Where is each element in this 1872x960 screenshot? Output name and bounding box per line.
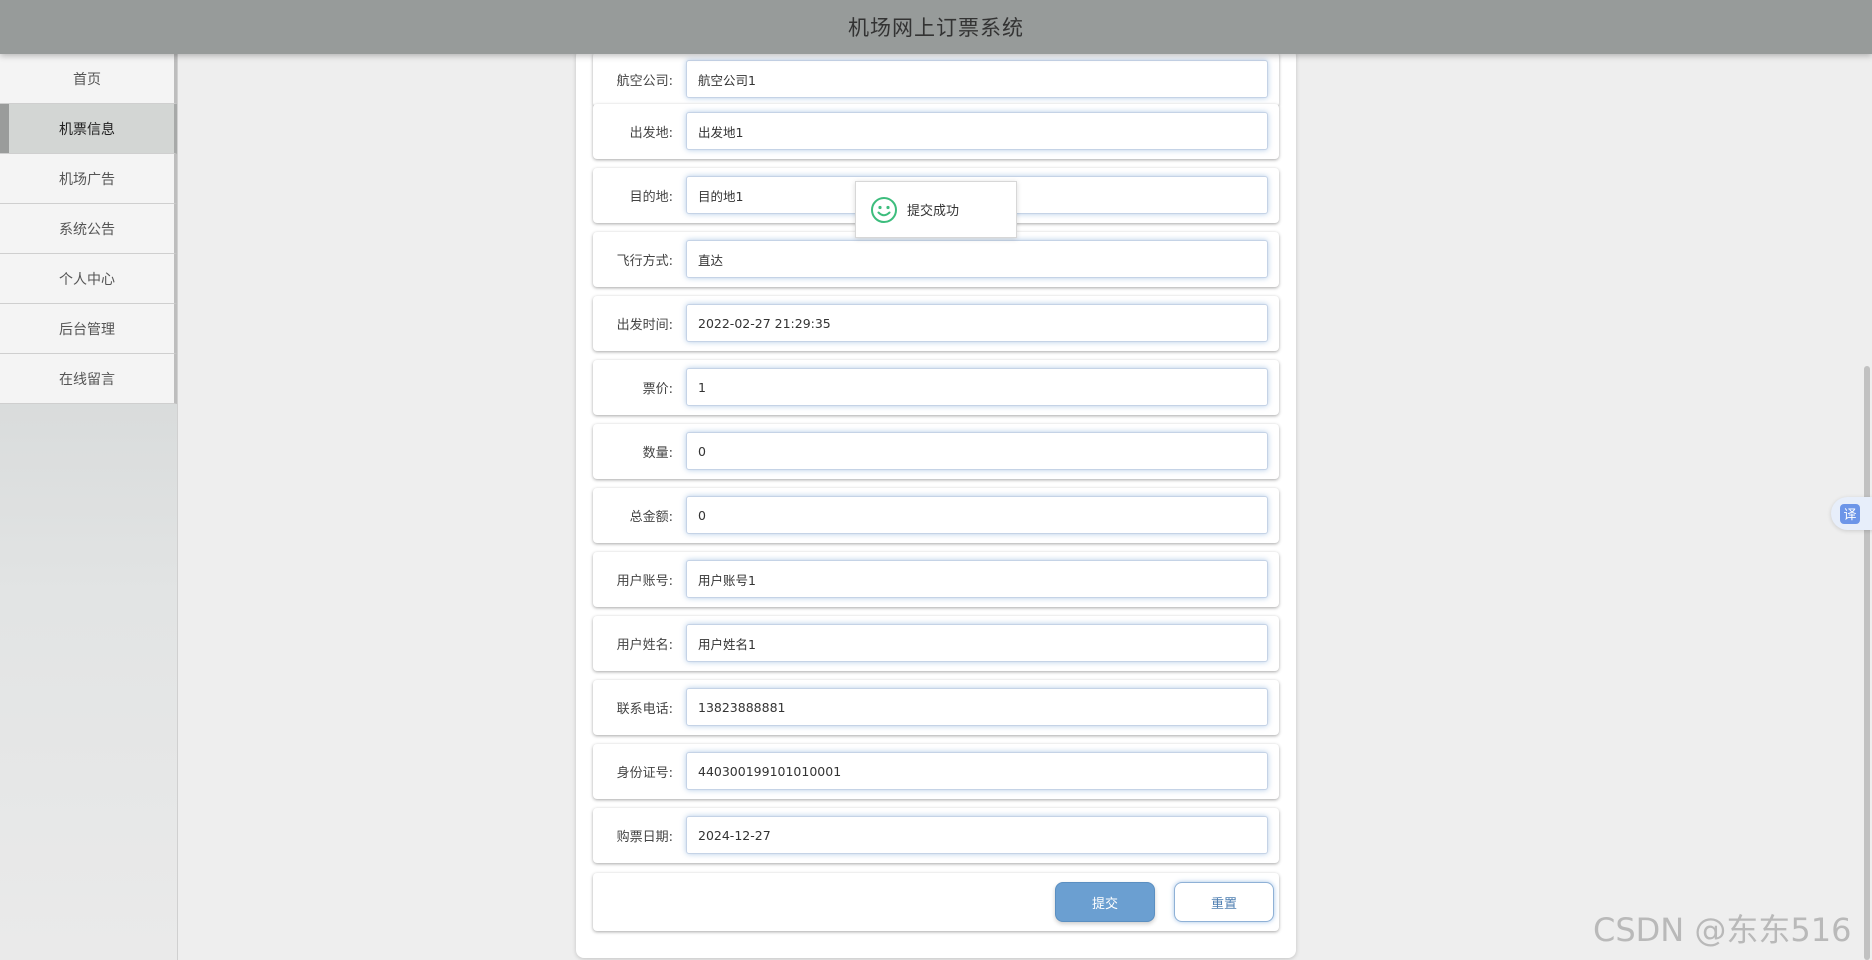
- app-title: 机场网上订票系统: [848, 16, 1024, 40]
- field-label: 飞行方式:: [616, 254, 673, 269]
- form-row: 票价:: [593, 360, 1279, 415]
- field-label: 联系电话:: [616, 702, 673, 717]
- flight-type-input[interactable]: [686, 240, 1268, 278]
- sidebar-item-personal-center[interactable]: 个人中心: [0, 254, 177, 304]
- user-account-input[interactable]: [686, 560, 1268, 598]
- watermark: CSDN @东东516: [1593, 911, 1852, 949]
- app-header: 机场网上订票系统: [0, 0, 1872, 54]
- field-label: 总金额:: [629, 510, 673, 525]
- submit-button[interactable]: 提交: [1055, 882, 1155, 922]
- phone-input[interactable]: [686, 688, 1268, 726]
- form-row: 出发地:: [593, 104, 1279, 159]
- field-label: 票价:: [642, 382, 673, 397]
- field-label: 购票日期:: [616, 830, 673, 845]
- smile-icon: [871, 196, 897, 223]
- sidebar: 首页 机票信息 机场广告 系统公告 个人中心 后台管理 在线留言: [0, 54, 178, 960]
- scrollbar[interactable]: [1864, 366, 1870, 960]
- form-row: 总金额:: [593, 488, 1279, 543]
- reset-button[interactable]: 重置: [1174, 882, 1274, 922]
- form-row: 出发时间:: [593, 296, 1279, 351]
- airline-input[interactable]: [686, 60, 1268, 98]
- field-label: 数量:: [642, 446, 673, 461]
- sidebar-item-ticket-info[interactable]: 机票信息: [0, 104, 177, 154]
- success-toast: 提交成功: [855, 181, 1017, 238]
- form-row: 购票日期:: [593, 808, 1279, 863]
- form-row: 数量:: [593, 424, 1279, 479]
- departure-input[interactable]: [686, 112, 1268, 150]
- departure-time-input[interactable]: [686, 304, 1268, 342]
- sidebar-item-messages[interactable]: 在线留言: [0, 354, 177, 404]
- id-number-input[interactable]: [686, 752, 1268, 790]
- field-label: 用户账号:: [616, 574, 673, 589]
- total-amount-input[interactable]: [686, 496, 1268, 534]
- purchase-date-input[interactable]: [686, 816, 1268, 854]
- user-name-input[interactable]: [686, 624, 1268, 662]
- form-row: 飞行方式:: [593, 232, 1279, 287]
- field-label: 出发时间:: [616, 318, 673, 333]
- form-row: 联系电话:: [593, 680, 1279, 735]
- translate-icon: 译: [1840, 503, 1860, 524]
- field-label: 出发地:: [629, 126, 673, 141]
- sidebar-item-admin[interactable]: 后台管理: [0, 304, 177, 354]
- sidebar-item-airport-ads[interactable]: 机场广告: [0, 154, 177, 204]
- field-label: 身份证号:: [616, 766, 673, 781]
- price-input[interactable]: [686, 368, 1268, 406]
- sidebar-item-system-notice[interactable]: 系统公告: [0, 204, 177, 254]
- translate-button[interactable]: 译: [1831, 497, 1872, 530]
- toast-message: 提交成功: [907, 204, 960, 219]
- sidebar-item-home[interactable]: 首页: [0, 54, 177, 104]
- field-label: 目的地:: [629, 190, 673, 205]
- form-row: 用户姓名:: [593, 616, 1279, 671]
- quantity-input[interactable]: [686, 432, 1268, 470]
- form-actions: 提交 重置: [593, 873, 1279, 931]
- field-label: 航空公司:: [616, 74, 673, 89]
- form-row: 身份证号:: [593, 744, 1279, 799]
- form-row: 航空公司:: [593, 52, 1279, 107]
- field-label: 用户姓名:: [616, 638, 673, 653]
- form-row: 用户账号:: [593, 552, 1279, 607]
